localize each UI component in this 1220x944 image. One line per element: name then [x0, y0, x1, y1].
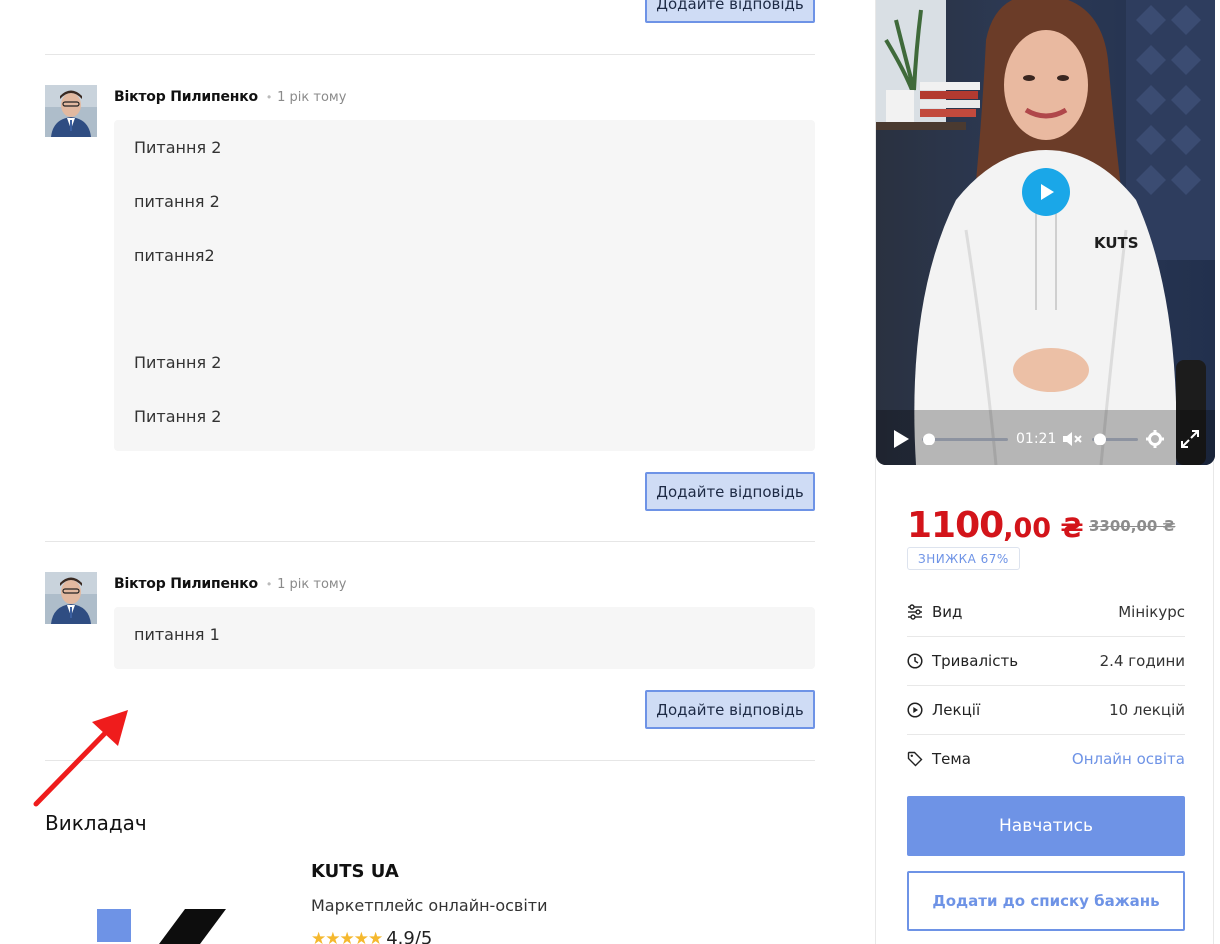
current-price: 1100,00 ₴ — [907, 505, 1084, 546]
play-circle-icon — [907, 701, 923, 718]
settings-gear-icon[interactable] — [1146, 430, 1164, 448]
detail-label: Тривалість — [907, 652, 1018, 670]
progress-slider[interactable] — [922, 433, 1012, 445]
comment-line: питання 1 — [134, 625, 220, 644]
detail-label-text: Вид — [932, 602, 963, 621]
comment-body: Питання 2 питання 2 питання2 Питання 2 П… — [114, 120, 815, 451]
detail-row-lectures: Лекції 10 лекцій — [907, 685, 1185, 734]
video-thumbnail: KUTS — [876, 0, 1215, 465]
discount-badge: ЗНИЖКА 67% — [907, 547, 1020, 570]
comment-time: 1 рік тому — [277, 576, 347, 592]
detail-label: Вид — [907, 603, 962, 621]
comment-meta: Віктор Пилипенко • 1 рік тому — [114, 576, 346, 592]
comment-author[interactable]: Віктор Пилипенко — [114, 89, 258, 105]
clock-icon — [907, 652, 923, 669]
tag-icon — [907, 751, 923, 766]
volume-slider[interactable] — [1092, 433, 1140, 445]
play-icon — [1041, 184, 1054, 200]
rating-text: 4.9/5 — [386, 928, 433, 944]
detail-label-text: Тема — [932, 749, 971, 768]
instructor-logo[interactable] — [95, 905, 230, 944]
topic-link[interactable]: Онлайн освіта — [1072, 750, 1185, 768]
divider — [45, 54, 815, 55]
section-title: Викладач — [45, 811, 147, 835]
detail-label: Лекції — [907, 701, 980, 719]
detail-value: 10 лекцій — [1109, 700, 1185, 719]
instructor-name[interactable]: KUTS UA — [311, 861, 399, 882]
detail-row-duration: Тривалість 2.4 години — [907, 636, 1185, 685]
comment-author[interactable]: Віктор Пилипенко — [114, 576, 258, 592]
play-video-button[interactable] — [1022, 168, 1070, 216]
price-cents: ,00 ₴ — [1003, 513, 1084, 544]
fullscreen-icon[interactable] — [1181, 430, 1199, 448]
old-price: 3300,00 ₴ — [1089, 517, 1176, 535]
reply-button[interactable]: Додайте відповідь — [645, 472, 815, 511]
avatar — [45, 572, 97, 624]
detail-label-text: Лекції — [932, 700, 981, 719]
separator-dot: • — [266, 577, 272, 591]
comment: Віктор Пилипенко • 1 рік тому питання 1 — [45, 572, 815, 672]
comment-meta: Віктор Пилипенко • 1 рік тому — [114, 89, 346, 105]
comment-line: питання 2 — [134, 192, 220, 211]
separator-dot: • — [266, 90, 272, 104]
play-icon[interactable] — [892, 429, 910, 449]
add-to-wishlist-button[interactable]: Додати до списку бажань — [907, 871, 1185, 931]
comment-line: питання2 — [134, 246, 215, 265]
divider — [45, 760, 815, 761]
sliders-icon — [908, 603, 922, 620]
course-preview-video[interactable]: KUTS 01:21 — [876, 0, 1215, 465]
enroll-button[interactable]: Навчатись — [907, 796, 1185, 856]
annotation-arrow-icon — [33, 710, 128, 807]
mute-icon[interactable] — [1062, 430, 1082, 448]
comment-body: питання 1 — [114, 607, 815, 669]
price-main: 1100 — [907, 505, 1004, 546]
avatar — [45, 85, 97, 137]
video-controls: 01:21 — [876, 420, 1215, 458]
comment-line: Питання 2 — [134, 138, 222, 157]
hoodie-brand-text: KUTS — [1094, 234, 1139, 252]
reply-button[interactable]: Додайте відповідь — [645, 690, 815, 729]
comments-section: Додайте відповідь Віктор Пилипенко • 1 р… — [45, 0, 815, 944]
current-time: 01:21 — [1016, 431, 1057, 447]
course-purchase-card: KUTS 01:21 1100,00 ₴ 3300,00 ₴ ЗНИЖКА 67… — [875, 0, 1215, 944]
instructor-description: Маркетплейс онлайн-освіти — [311, 896, 548, 915]
divider — [45, 541, 815, 542]
detail-row-topic: Тема Онлайн освіта — [907, 734, 1185, 783]
rating-stars: ★★★★★ — [311, 928, 383, 944]
detail-label: Тема — [907, 750, 971, 768]
reply-button[interactable]: Додайте відповідь — [645, 0, 815, 23]
comment-line: Питання 2 — [134, 407, 222, 426]
comment: Віктор Пилипенко • 1 рік тому Питання 2 … — [45, 85, 815, 515]
price-block: 1100,00 ₴ 3300,00 ₴ — [907, 505, 1187, 546]
detail-label-text: Тривалість — [932, 651, 1019, 670]
comment-time: 1 рік тому — [277, 89, 347, 105]
detail-value: 2.4 години — [1099, 651, 1185, 670]
detail-value: Мінікурс — [1118, 602, 1185, 621]
instructor-rating: ★★★★★ 4.9/5 — [311, 928, 432, 944]
detail-row-type: Вид Мінікурс — [907, 587, 1185, 636]
comment-line: Питання 2 — [134, 353, 222, 372]
